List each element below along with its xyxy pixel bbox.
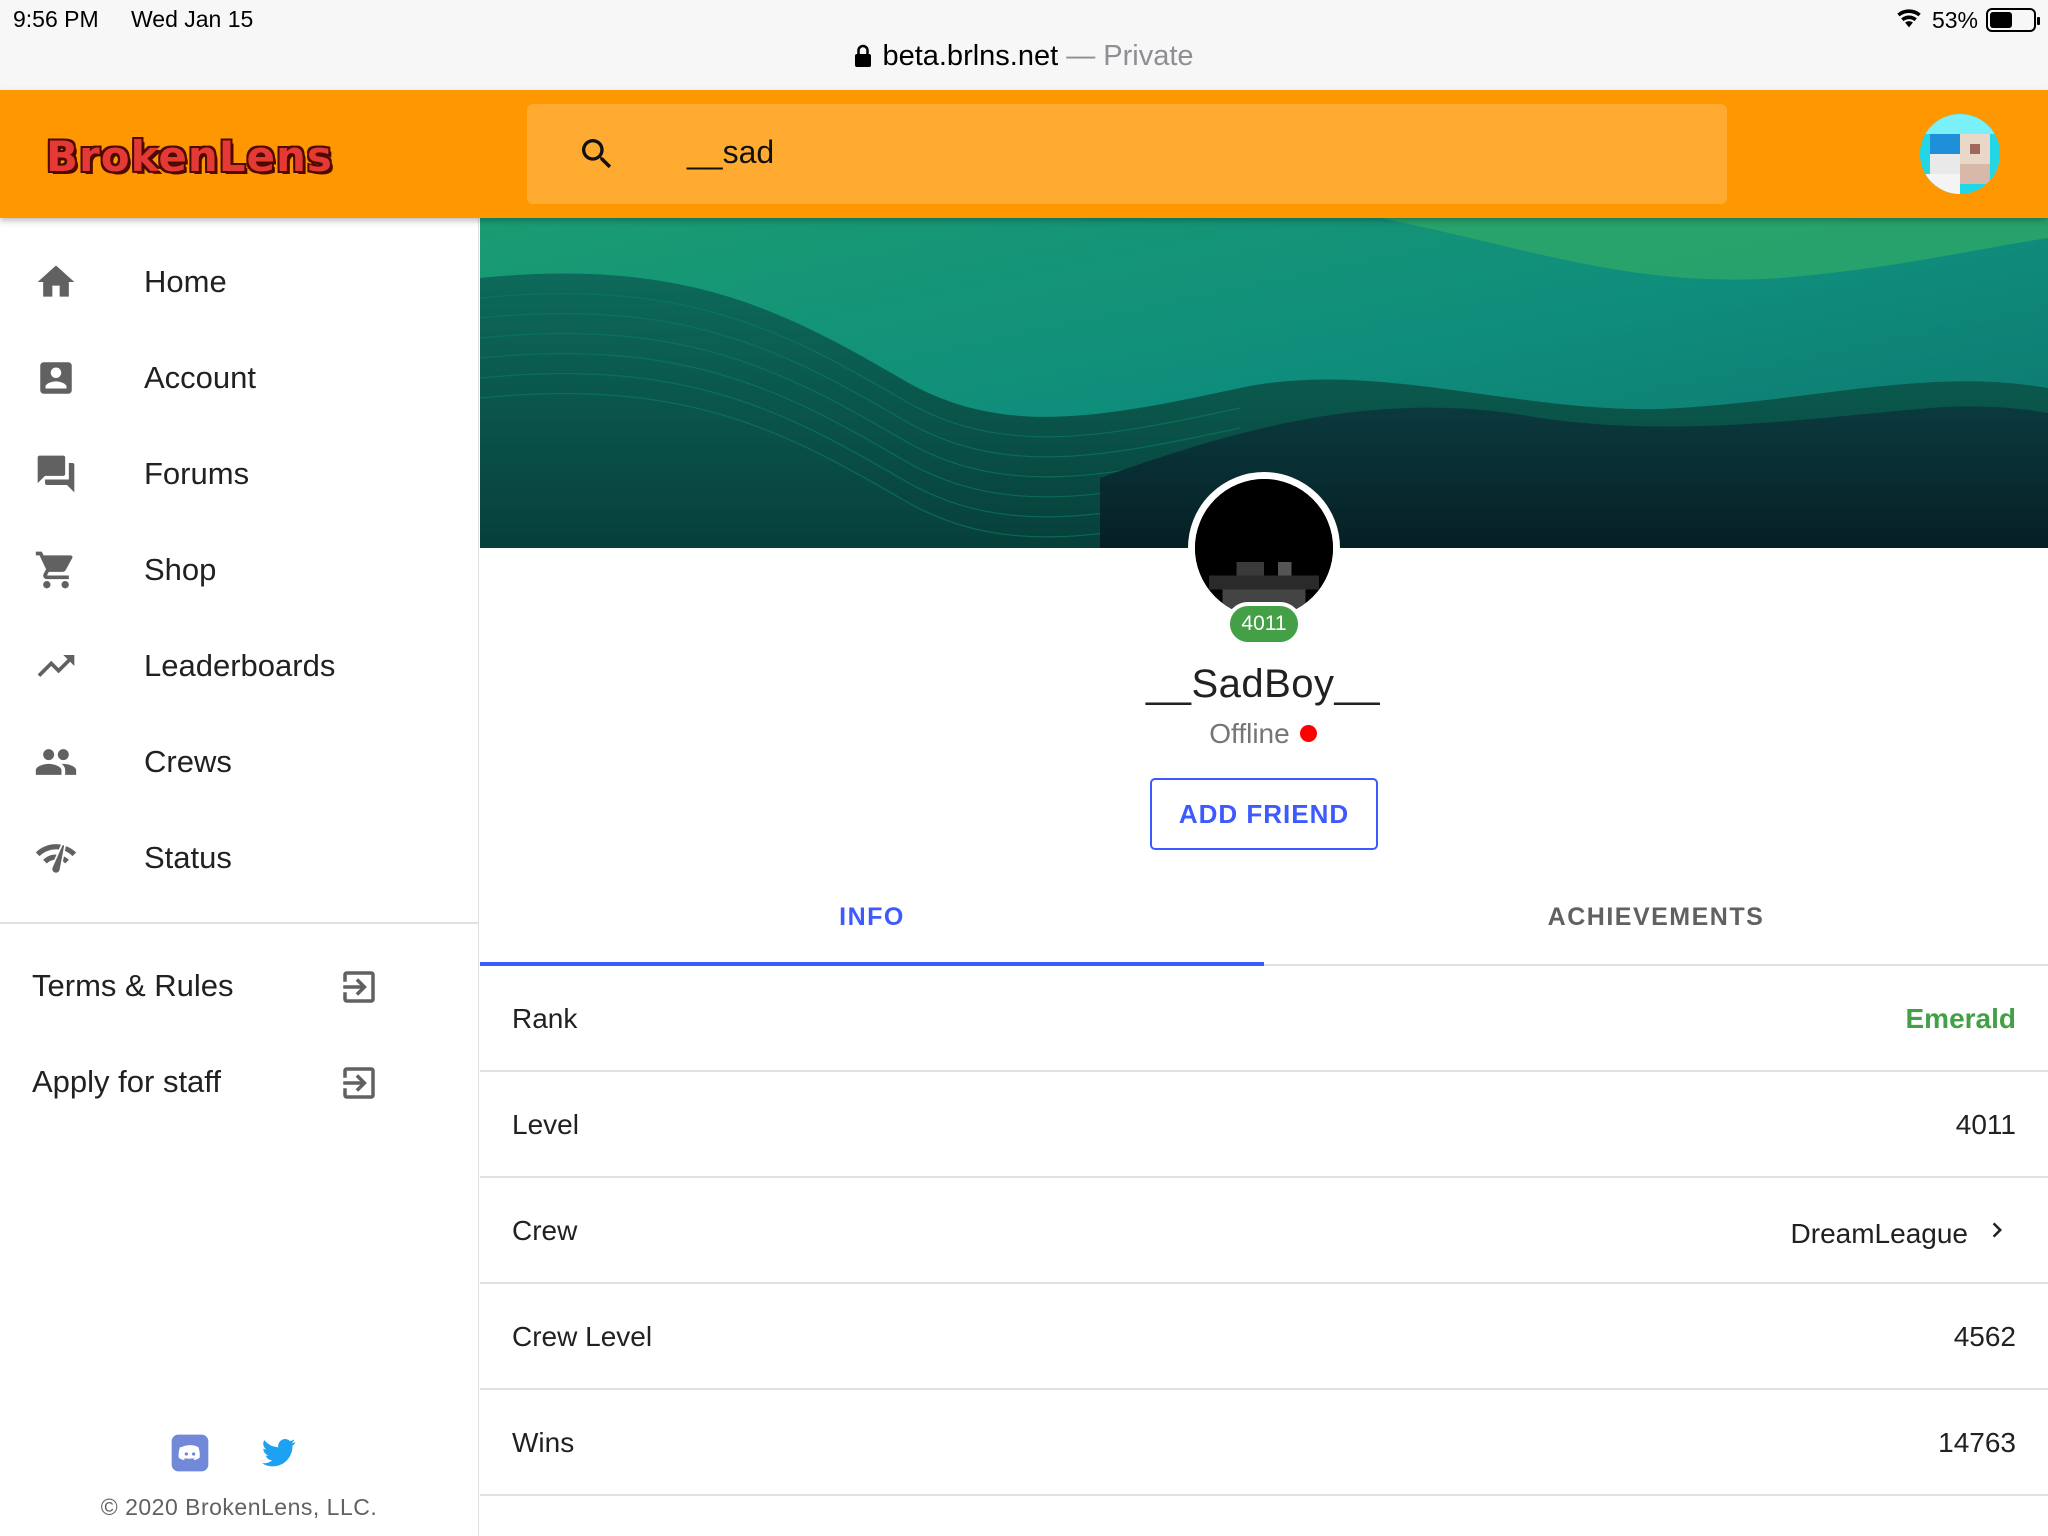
sidebar-item-crews[interactable]: Crews xyxy=(0,714,478,810)
search-input[interactable]: __sad xyxy=(687,134,774,171)
app-bar: BrokenLens __sad xyxy=(0,90,2048,218)
address-mode: Private xyxy=(1103,40,1194,72)
discord-icon[interactable] xyxy=(170,1433,210,1478)
tab-info[interactable]: INFO xyxy=(480,880,1264,966)
terms-rules-label: Terms & Rules xyxy=(32,968,234,1003)
presence-label: Offline xyxy=(1209,718,1290,749)
sidebar-item-label: Home xyxy=(144,264,227,299)
info-row-level: Level 4011 xyxy=(480,1072,2048,1178)
sidebar-item-forums[interactable]: Forums xyxy=(0,426,478,522)
info-row-rank: Rank Emerald xyxy=(480,966,2048,1072)
people-icon xyxy=(34,740,78,784)
row-key: Level xyxy=(512,1109,579,1140)
status-indicators: 53% xyxy=(1894,6,2040,34)
sidebar-divider xyxy=(0,922,478,924)
sidebar-item-home[interactable]: Home xyxy=(0,234,478,330)
info-row-crew[interactable]: Crew DreamLeague xyxy=(480,1178,2048,1284)
cart-icon xyxy=(34,548,78,592)
apply-staff-link[interactable]: Apply for staff xyxy=(0,1038,478,1128)
sidebar-item-label: Account xyxy=(144,360,257,395)
lock-icon xyxy=(854,43,872,76)
address-separator: — xyxy=(1058,40,1104,72)
sidebar-item-account[interactable]: Account xyxy=(0,330,478,426)
profile-username: __SadBoy__ xyxy=(1145,662,1381,706)
presence-status: Offline xyxy=(1028,718,1498,750)
battery-icon xyxy=(1986,8,2040,32)
forum-icon xyxy=(34,452,78,496)
info-row-crew-level: Crew Level 4562 xyxy=(480,1284,2048,1390)
wifi-icon xyxy=(1894,6,1924,34)
row-key: Wins xyxy=(512,1427,575,1458)
wins-value: 14763 xyxy=(1938,1427,2016,1458)
twitter-icon[interactable] xyxy=(262,1438,296,1473)
crew-value: DreamLeague xyxy=(1790,1217,1968,1249)
address-bar[interactable]: beta.brlns.net — Private xyxy=(0,40,2048,76)
brand-logo[interactable]: BrokenLens xyxy=(46,132,333,181)
sidebar-item-label: Shop xyxy=(144,552,217,587)
chevron-right-icon xyxy=(1982,1215,2012,1252)
tab-achievements[interactable]: ACHIEVEMENTS xyxy=(1264,880,2048,966)
account-box-icon xyxy=(34,356,78,400)
user-avatar[interactable] xyxy=(1920,114,2000,194)
sidebar-item-label: Leaderboards xyxy=(144,648,336,683)
open-link-icon xyxy=(338,1062,380,1109)
add-friend-button[interactable]: ADD FRIEND xyxy=(1150,778,1378,850)
address-host: beta.brlns.net xyxy=(882,40,1059,72)
level-badge: 4011 xyxy=(1226,602,1302,646)
row-key: Rank xyxy=(512,1003,578,1034)
sidebar-item-shop[interactable]: Shop xyxy=(0,522,478,618)
search-icon[interactable] xyxy=(577,134,617,179)
level-value: 4011 xyxy=(1955,1109,2016,1140)
info-row-wins: Wins 14763 xyxy=(480,1390,2048,1496)
sidebar-item-label: Status xyxy=(144,840,232,875)
copyright-text: © 2020 BrokenLens, LLC. xyxy=(100,1494,378,1520)
crew-level-value: 4562 xyxy=(1953,1321,2016,1352)
apply-staff-label: Apply for staff xyxy=(32,1064,221,1099)
crew-link[interactable]: DreamLeague xyxy=(1791,1215,2012,1252)
sidebar-item-leaderboards[interactable]: Leaderboards xyxy=(0,618,478,714)
rank-value: Emerald xyxy=(1905,1003,2017,1034)
sidebar-item-label: Forums xyxy=(144,456,250,491)
row-key: Crew xyxy=(512,1215,578,1246)
sidebar-item-label: Crews xyxy=(144,744,232,779)
social-links xyxy=(170,1433,296,1478)
terms-rules-link[interactable]: Terms & Rules xyxy=(0,942,478,1032)
battery-percent: 53% xyxy=(1931,6,1978,33)
profile-tabs: INFO ACHIEVEMENTS xyxy=(480,880,2048,966)
home-icon xyxy=(34,260,78,304)
search-box[interactable]: __sad xyxy=(527,104,1727,204)
ios-status-bar: 9:56 PM Wed Jan 15 53% beta.brlns.net — … xyxy=(0,0,2048,90)
sidebar-nav: Home Account Forums Shop Leaderboards Cr… xyxy=(0,218,479,1536)
open-link-icon xyxy=(338,966,380,1013)
status-date: Wed Jan 15 xyxy=(131,6,254,32)
trending-up-icon xyxy=(34,644,78,688)
network-check-icon xyxy=(34,836,78,880)
offline-dot-icon xyxy=(1299,725,1317,742)
status-time: 9:56 PM xyxy=(13,6,99,32)
sidebar-item-status[interactable]: Status xyxy=(0,810,478,906)
row-key: Crew Level xyxy=(512,1321,653,1352)
